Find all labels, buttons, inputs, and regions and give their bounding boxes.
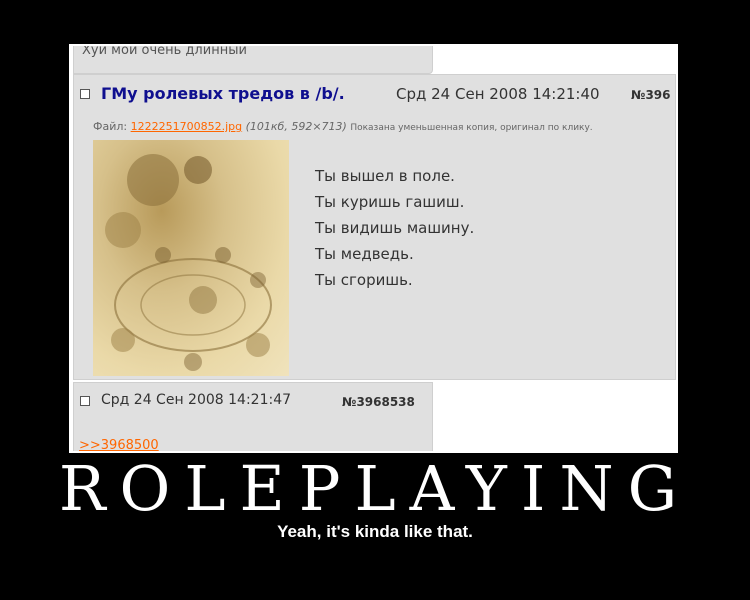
- reply-post-number[interactable]: №3968538: [342, 395, 415, 409]
- op-post-title: ГМу ролевых тредов в /b/.: [101, 84, 345, 103]
- map-illustration: [105, 154, 272, 371]
- op-post-checkbox[interactable]: [80, 89, 90, 99]
- reply-post-checkbox[interactable]: [80, 396, 90, 406]
- op-post-date: Срд 24 Сен 2008 14:21:40: [396, 85, 600, 103]
- reply-post-date: Срд 24 Сен 2008 14:21:47: [101, 392, 292, 408]
- previous-post-text: Хуй мой очень длинный: [82, 44, 247, 58]
- map-thumbnail-image[interactable]: [93, 140, 289, 376]
- screenshot-frame: Хуй мой очень длинный ГМу ролевых тредов…: [69, 44, 678, 453]
- op-post-message: Ты вышел в поле. Ты куришь гашиш. Ты вид…: [315, 163, 474, 293]
- file-info: Файл: 1222251700852.jpg (101кб, 592×713)…: [93, 120, 593, 133]
- file-note: Показана уменьшенная копия, оригинал по …: [350, 123, 593, 133]
- message-line: Ты вышел в поле.: [315, 167, 455, 185]
- op-post-number[interactable]: №396: [631, 88, 671, 102]
- message-line: Ты видишь машину.: [315, 219, 475, 237]
- imageboard-screenshot: Хуй мой очень длинный ГМу ролевых тредов…: [71, 46, 676, 451]
- previous-post: Хуй мой очень длинный: [73, 44, 433, 74]
- reply-link[interactable]: >>3968500: [79, 438, 159, 451]
- file-link[interactable]: 1222251700852.jpg: [131, 120, 243, 133]
- message-line: Ты сгоришь.: [315, 271, 413, 289]
- file-meta: (101кб, 592×713): [245, 120, 347, 133]
- message-line: Ты медведь.: [315, 245, 414, 263]
- file-label: Файл:: [93, 120, 128, 133]
- message-line: Ты куришь гашиш.: [315, 193, 465, 211]
- poster-headline: ROLEPLAYING: [58, 452, 692, 525]
- poster-tagline: Yeah, it's kinda like that.: [277, 522, 473, 541]
